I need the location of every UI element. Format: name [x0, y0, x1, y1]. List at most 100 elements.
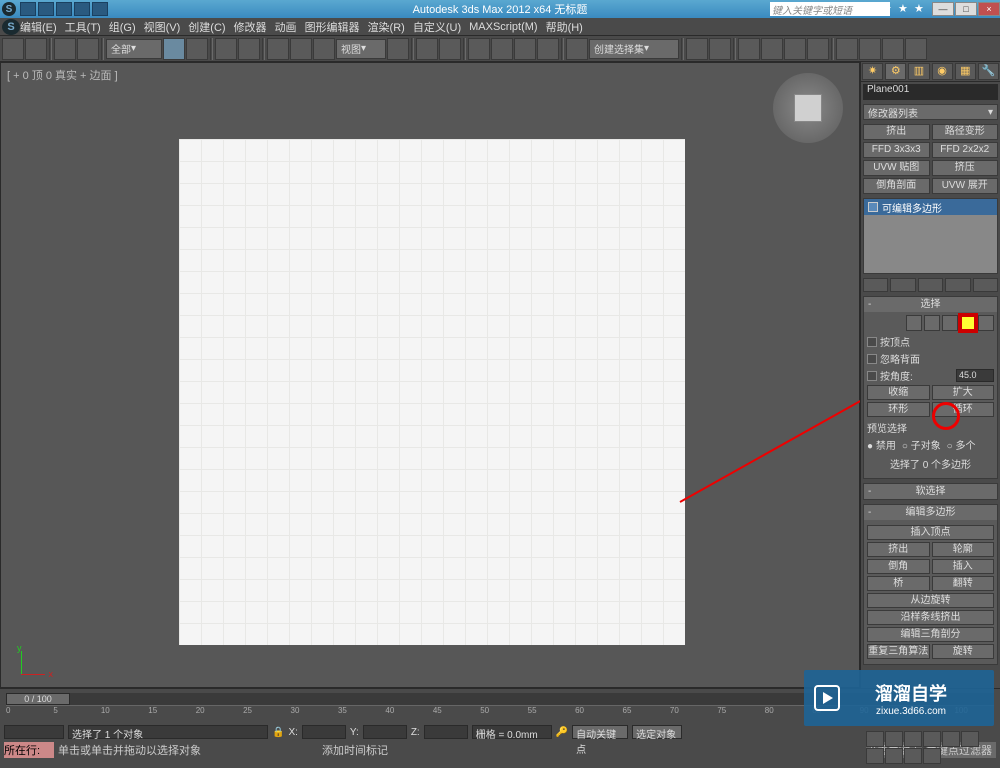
scale-button[interactable]	[313, 38, 335, 60]
angle-spinner[interactable]: 45.0	[956, 369, 994, 382]
mod-uvwunwrap-button[interactable]: UVW 展开	[932, 178, 999, 194]
rollout-header[interactable]: 选择	[864, 297, 997, 312]
help-icon[interactable]: ★	[898, 2, 912, 16]
z-field[interactable]	[424, 725, 468, 739]
stack-item-editablepoly[interactable]: 可编辑多边形	[864, 199, 997, 215]
snap-button[interactable]	[468, 38, 490, 60]
pivot-button[interactable]	[387, 38, 409, 60]
nav-maximize-button[interactable]	[923, 748, 941, 764]
modify-tab[interactable]: ⚙	[885, 63, 906, 80]
nav-pan-button[interactable]	[866, 748, 884, 764]
help-icon[interactable]: ★	[914, 2, 928, 16]
selset-dropdown[interactable]: 选定对象	[632, 725, 682, 739]
grow-button[interactable]: 扩大	[932, 385, 995, 400]
lock-icon[interactable]: 🔒	[272, 727, 284, 738]
qat-button[interactable]	[20, 2, 36, 16]
show-result-button[interactable]	[890, 278, 915, 292]
qat-button[interactable]	[38, 2, 54, 16]
select-button[interactable]	[163, 38, 185, 60]
qat-button[interactable]	[74, 2, 90, 16]
play-button[interactable]	[904, 731, 922, 747]
object-name-field[interactable]: Plane001	[863, 84, 998, 100]
bevel-button[interactable]: 倒角	[867, 559, 930, 574]
make-unique-button[interactable]	[918, 278, 943, 292]
hierarchy-tab[interactable]: ▥	[908, 63, 929, 80]
create-tab[interactable]: ✷	[862, 63, 883, 80]
keymode-button[interactable]	[439, 38, 461, 60]
rollout-header[interactable]: 软选择	[864, 484, 997, 499]
display-tab[interactable]: ▦	[955, 63, 976, 80]
menu-grapheditors[interactable]: 图形编辑器	[305, 19, 360, 35]
mod-ffd222-button[interactable]: FFD 2x2x2	[932, 142, 999, 158]
maximize-button[interactable]: □	[955, 2, 977, 16]
mod-uvw-button[interactable]: UVW 贴图	[863, 160, 930, 176]
vertex-subobj-button[interactable]	[906, 315, 922, 331]
material-editor-button[interactable]	[807, 38, 829, 60]
by-vertex-checkbox[interactable]	[867, 337, 877, 347]
flip-button[interactable]: 翻转	[932, 576, 995, 591]
inset-button[interactable]: 插入	[932, 559, 995, 574]
bridge-button[interactable]: 桥	[867, 576, 930, 591]
help-search-input[interactable]: 键入关键字或短语	[770, 2, 890, 16]
menu-edit[interactable]: 编辑(E)	[20, 19, 57, 35]
app-menu-icon[interactable]: S	[2, 19, 20, 35]
time-config-button[interactable]	[961, 731, 979, 747]
mod-squeeze-button[interactable]: 挤压	[932, 160, 999, 176]
modifier-list-dropdown[interactable]: 修改器列表▾	[863, 104, 998, 120]
retri-button[interactable]: 重复三角算法	[867, 644, 930, 659]
border-subobj-button[interactable]	[942, 315, 958, 331]
minimize-button[interactable]: —	[932, 2, 954, 16]
add-timemark-button[interactable]: 添加时间标记	[322, 742, 432, 758]
hinge-button[interactable]: 从边旋转	[867, 593, 994, 608]
viewcube[interactable]	[773, 73, 843, 143]
menu-help[interactable]: 帮助(H)	[546, 19, 583, 35]
preview-subobj-radio[interactable]: ○ 子对象	[902, 437, 941, 452]
viewport-label[interactable]: [ + 0 顶 0 真实 + 边面 ]	[7, 67, 118, 83]
configure-button[interactable]	[973, 278, 998, 292]
schematic-button[interactable]	[784, 38, 806, 60]
render-setup-button[interactable]	[836, 38, 858, 60]
turn-button[interactable]: 旋转	[932, 644, 995, 659]
render-button[interactable]	[882, 38, 904, 60]
goto-end-button[interactable]	[942, 731, 960, 747]
mod-pathdeform-button[interactable]: 路径变形	[932, 124, 999, 140]
spinner-snap-button[interactable]	[537, 38, 559, 60]
link-button[interactable]	[54, 38, 76, 60]
help-icon[interactable]: ★	[882, 2, 896, 16]
close-button[interactable]: ×	[978, 2, 1000, 16]
named-selection-dropdown[interactable]: 创建选择集 ▾	[589, 39, 679, 59]
time-slider-handle[interactable]: 0 / 100	[6, 693, 70, 705]
menu-modifiers[interactable]: 修改器	[234, 19, 267, 35]
edit-tri-button[interactable]: 编辑三角剖分	[867, 627, 994, 642]
qat-button[interactable]	[92, 2, 108, 16]
extrude-button[interactable]: 挤出	[867, 542, 930, 557]
extrude-spline-button[interactable]: 沿样条线挤出	[867, 610, 994, 625]
goto-start-button[interactable]	[866, 731, 884, 747]
outline-button[interactable]: 轮廓	[932, 542, 995, 557]
modifier-stack[interactable]: 可编辑多边形	[863, 198, 998, 274]
mirror-button[interactable]	[686, 38, 708, 60]
remove-mod-button[interactable]	[945, 278, 970, 292]
plane-object[interactable]	[179, 139, 685, 645]
x-field[interactable]	[302, 725, 346, 739]
motion-tab[interactable]: ◉	[932, 63, 953, 80]
menu-maxscript[interactable]: MAXScript(M)	[469, 21, 537, 33]
percent-snap-button[interactable]	[514, 38, 536, 60]
autokey-button[interactable]: 自动关键点	[572, 725, 628, 739]
redo-button[interactable]	[25, 38, 47, 60]
ignore-back-checkbox[interactable]	[867, 354, 877, 364]
undo-button[interactable]	[2, 38, 24, 60]
pin-stack-button[interactable]	[863, 278, 888, 292]
editnamed-button[interactable]	[566, 38, 588, 60]
location-label[interactable]: 所在行:	[4, 742, 54, 758]
prev-frame-button[interactable]	[885, 731, 903, 747]
y-field[interactable]	[363, 725, 407, 739]
mod-extrude-button[interactable]: 挤出	[863, 124, 930, 140]
menu-rendering[interactable]: 渲染(R)	[368, 19, 405, 35]
preview-multi-radio[interactable]: ○ 多个	[947, 437, 976, 452]
next-frame-button[interactable]	[923, 731, 941, 747]
menu-tools[interactable]: 工具(T)	[65, 19, 101, 35]
rollout-header[interactable]: 编辑多边形	[864, 505, 997, 520]
render-frame-button[interactable]	[859, 38, 881, 60]
menu-animation[interactable]: 动画	[275, 19, 297, 35]
